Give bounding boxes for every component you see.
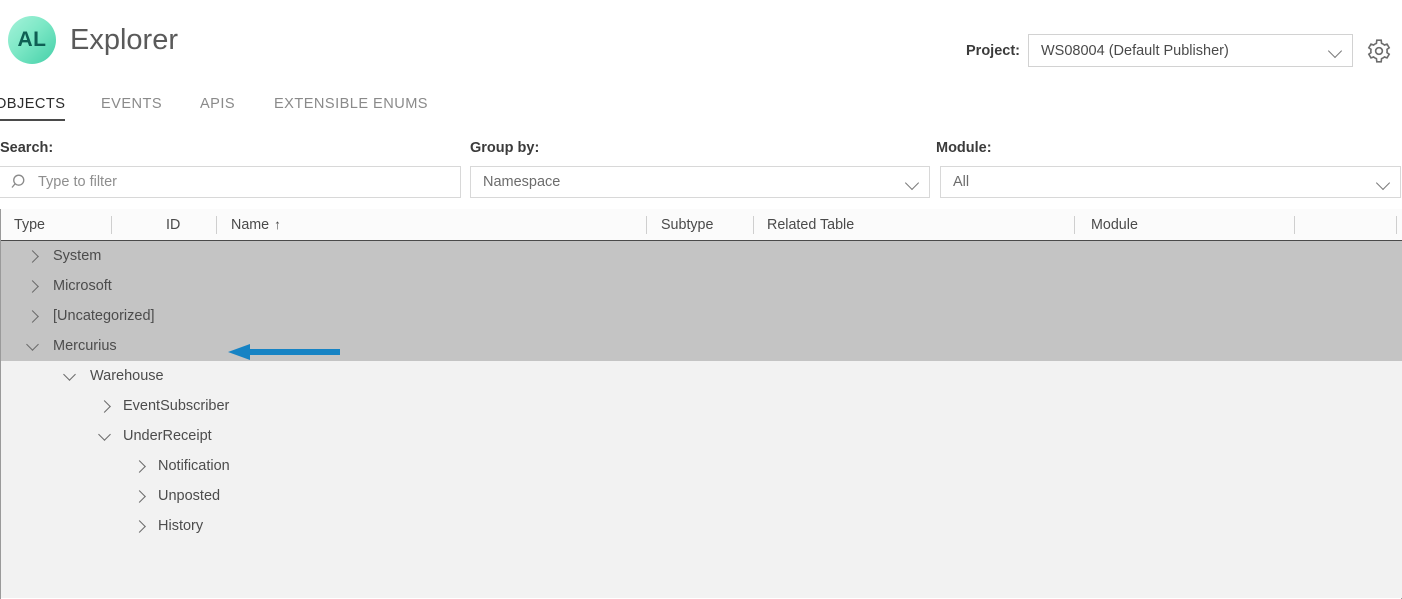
table-header-row: Type ID Name ↑ Subtype Related Table Modu…: [1, 209, 1402, 241]
tree-row[interactable]: System: [1, 241, 1402, 271]
tree-row-label: Mercurius: [53, 338, 117, 354]
tree-row[interactable]: Unposted: [1, 481, 1402, 511]
tree-row[interactable]: [Uncategorized]: [1, 301, 1402, 331]
module-value: All: [953, 174, 970, 190]
search-input-placeholder: Type to filter: [38, 174, 117, 190]
column-header-name[interactable]: Name ↑: [231, 217, 281, 233]
tree-row-label: UnderReceipt: [123, 428, 212, 444]
gear-icon[interactable]: [1366, 38, 1392, 64]
tree-row[interactable]: Microsoft: [1, 271, 1402, 301]
column-divider[interactable]: [1294, 216, 1295, 234]
chevron-down-icon: [1377, 176, 1390, 189]
objects-table: Type ID Name ↑ Subtype Related Table Modu…: [0, 209, 1402, 599]
column-header-name-label: Name: [231, 217, 270, 233]
column-divider[interactable]: [1396, 216, 1397, 234]
tab-apis[interactable]: APIS: [200, 92, 235, 121]
chevron-down-icon[interactable]: [26, 339, 40, 353]
column-header-subtype[interactable]: Subtype: [661, 217, 713, 233]
project-dropdown[interactable]: WS08004 (Default Publisher): [1028, 34, 1353, 67]
group-by-dropdown[interactable]: Namespace: [470, 166, 930, 198]
chevron-right-icon[interactable]: [26, 279, 40, 293]
page-title: Explorer: [70, 23, 178, 56]
column-divider[interactable]: [753, 216, 754, 234]
al-explorer-window: AL Explorer Project: WS08004 (Default Pu…: [0, 0, 1402, 599]
project-dropdown-value: WS08004 (Default Publisher): [1041, 42, 1229, 59]
tree-row[interactable]: UnderReceipt: [1, 421, 1402, 451]
column-divider[interactable]: [646, 216, 647, 234]
project-label: Project:: [966, 42, 1020, 59]
tree-row[interactable]: EventSubscriber: [1, 391, 1402, 421]
filter-bar: Search: Type to filter Group by: Namespa…: [0, 140, 1402, 202]
chevron-down-icon: [906, 176, 919, 189]
chevron-right-icon[interactable]: [26, 309, 40, 323]
sort-ascending-icon: ↑: [274, 217, 281, 232]
tree-row-label: Warehouse: [90, 368, 164, 384]
column-header-id[interactable]: ID: [166, 217, 180, 233]
chevron-right-icon[interactable]: [133, 459, 147, 473]
tab-extensible-enums[interactable]: EXTENSIBLE ENUMS: [274, 92, 428, 121]
al-circle-logo: AL: [8, 16, 56, 64]
group-by-value: Namespace: [483, 174, 561, 190]
chevron-right-icon[interactable]: [133, 519, 147, 533]
app-header: AL Explorer Project: WS08004 (Default Pu…: [0, 0, 1402, 90]
tree-row[interactable]: History: [1, 511, 1402, 541]
column-header-type[interactable]: Type: [14, 217, 45, 233]
tree-row-label: System: [53, 248, 102, 264]
chevron-down-icon[interactable]: [98, 429, 112, 443]
tab-events[interactable]: EVENTS: [101, 92, 162, 121]
column-divider[interactable]: [216, 216, 217, 234]
search-input[interactable]: Type to filter: [0, 166, 461, 198]
column-header-related-table[interactable]: Related Table: [767, 217, 854, 233]
tree-row[interactable]: Warehouse: [1, 361, 1402, 391]
column-header-module[interactable]: Module: [1091, 217, 1138, 233]
module-label: Module:: [936, 140, 992, 156]
tree-row-label: [Uncategorized]: [53, 308, 155, 324]
tree-row-label: History: [158, 518, 204, 534]
tree-row-label: Notification: [158, 458, 230, 474]
tree-row-label: EventSubscriber: [123, 398, 230, 414]
module-dropdown[interactable]: All: [940, 166, 1401, 198]
search-label: Search:: [0, 140, 54, 156]
search-icon: [11, 174, 25, 188]
main-tabs: OBJECTS EVENTS APIS EXTENSIBLE ENUMS: [0, 92, 1402, 130]
chevron-down-icon[interactable]: [63, 369, 77, 383]
chevron-right-icon[interactable]: [133, 489, 147, 503]
object-tree: System Microsoft [Uncategorized] Mercurius W…: [1, 241, 1402, 598]
column-divider[interactable]: [1074, 216, 1075, 234]
chevron-down-icon: [1329, 44, 1342, 57]
tree-row[interactable]: Notification: [1, 451, 1402, 481]
project-selector-group: Project: WS08004 (Default Publisher): [966, 34, 1392, 67]
chevron-right-icon[interactable]: [98, 399, 112, 413]
tree-row-label: Unposted: [158, 488, 221, 504]
tree-row[interactable]: Mercurius: [1, 331, 1402, 361]
brand: AL Explorer: [8, 16, 178, 64]
tree-row-label: Microsoft: [53, 278, 112, 294]
group-by-label: Group by:: [470, 140, 540, 156]
chevron-right-icon[interactable]: [26, 249, 40, 263]
tab-objects[interactable]: OBJECTS: [0, 92, 66, 121]
annotation-arrow: [228, 344, 340, 360]
column-divider[interactable]: [111, 216, 112, 234]
